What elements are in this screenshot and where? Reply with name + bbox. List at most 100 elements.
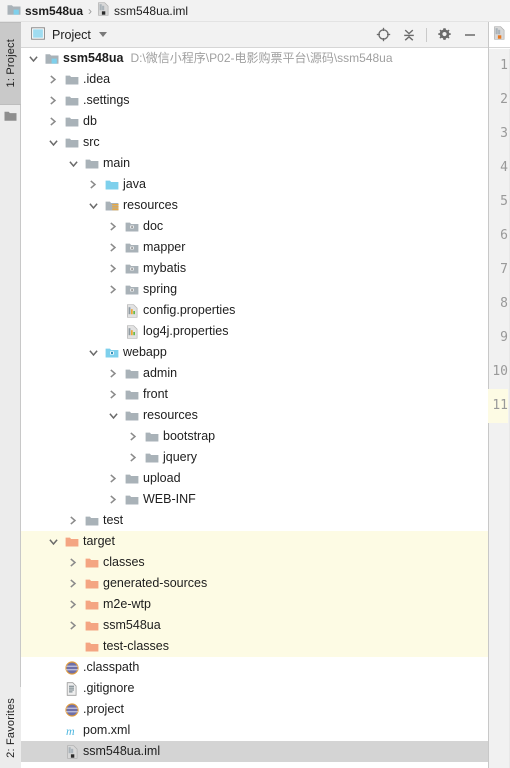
chevron-down-icon[interactable] [87, 342, 99, 363]
tree-row[interactable]: .settings [21, 90, 489, 111]
tree-row[interactable]: m pom.xml [21, 720, 489, 741]
tree-row[interactable]: ssm548ua [21, 615, 489, 636]
tree-row[interactable]: generated-sources [21, 573, 489, 594]
tree-row[interactable]: main [21, 153, 489, 174]
project-view-icon [31, 26, 45, 43]
excluded-folder-icon [64, 531, 80, 552]
tree-row[interactable]: jquery [21, 447, 489, 468]
tree-row[interactable]: .classpath [21, 657, 489, 678]
tree-row[interactable]: test [21, 510, 489, 531]
tree-row[interactable]: .idea [21, 69, 489, 90]
chevron-right-icon[interactable] [87, 174, 99, 195]
chevron-down-icon[interactable] [98, 32, 107, 37]
chevron-right-icon[interactable] [107, 279, 119, 300]
tree-row[interactable]: doc [21, 216, 489, 237]
tree-row-label: admin [143, 366, 178, 380]
project-view-selector[interactable]: Project [31, 26, 107, 43]
project-tree[interactable]: ssm548ua D:\微信小程序\P02-电影购票平台\源码\ssm548ua.… [21, 48, 489, 768]
excluded-folder-icon [84, 615, 100, 636]
breadcrumb-item-file[interactable]: ssm548ua.iml [97, 0, 188, 22]
tree-row[interactable]: src [21, 132, 489, 153]
resource-folder-icon [124, 258, 140, 279]
tree-row-label: bootstrap [163, 429, 216, 443]
tree-row[interactable]: resources [21, 195, 489, 216]
tree-row[interactable]: m2e-wtp [21, 594, 489, 615]
collapse-all-icon[interactable] [398, 24, 420, 46]
chevron-down-icon[interactable] [67, 153, 79, 174]
chevron-right-icon[interactable] [107, 237, 119, 258]
tree-row-label: ssm548ua [103, 618, 161, 632]
tree-row[interactable]: ssm548ua.iml [21, 741, 489, 762]
chevron-right-icon[interactable] [127, 426, 139, 447]
chevron-right-icon[interactable] [107, 258, 119, 279]
line-number: 1 [500, 58, 508, 73]
tool-button-favorites[interactable]: 2: Favorites [0, 687, 21, 768]
tree-row[interactable]: upload [21, 468, 489, 489]
folder-icon [64, 132, 80, 153]
tree-row[interactable]: target [21, 531, 489, 552]
line-number: 3 [500, 126, 508, 141]
tree-row[interactable]: resources [21, 405, 489, 426]
tool-button-project[interactable]: 1: Project [0, 22, 21, 105]
chevron-down-icon[interactable] [87, 195, 99, 216]
tree-row[interactable]: classes [21, 552, 489, 573]
tree-row[interactable]: mapper [21, 237, 489, 258]
tree-row[interactable]: ssm548ua D:\微信小程序\P02-电影购票平台\源码\ssm548ua [21, 48, 489, 69]
source-root-folder-icon [104, 174, 120, 195]
tree-row[interactable]: test-classes [21, 636, 489, 657]
chevron-down-icon[interactable] [27, 48, 39, 69]
gear-icon[interactable] [433, 24, 455, 46]
properties-file-icon [124, 300, 140, 321]
tree-row[interactable]: config.properties [21, 300, 489, 321]
chevron-right-icon[interactable] [67, 510, 79, 531]
editor-tab[interactable] [489, 22, 510, 48]
tree-row-label: .idea [83, 72, 111, 86]
chevron-right-icon[interactable] [67, 615, 79, 636]
tree-row-label: upload [143, 471, 181, 485]
tree-row-label: .gitignore [83, 681, 135, 695]
minus-icon[interactable] [459, 24, 481, 46]
chevron-down-icon[interactable] [47, 531, 59, 552]
tree-row[interactable]: spring [21, 279, 489, 300]
tree-row[interactable]: front [21, 384, 489, 405]
tree-row[interactable]: log4j.properties [21, 321, 489, 342]
chevron-down-icon[interactable] [47, 132, 59, 153]
tree-row-label: webapp [123, 345, 167, 359]
crosshair-target-icon[interactable] [372, 24, 394, 46]
chevron-right-icon[interactable] [107, 216, 119, 237]
chevron-right-icon[interactable] [67, 552, 79, 573]
tree-row[interactable]: .gitignore [21, 678, 489, 699]
resource-folder-icon [124, 216, 140, 237]
tree-row-label: .project [83, 702, 124, 716]
chevron-right-icon[interactable] [107, 384, 119, 405]
line-number: 5 [500, 194, 508, 209]
tree-row-path-note: D:\微信小程序\P02-电影购票平台\源码\ssm548ua [130, 51, 393, 65]
tree-row[interactable]: WEB-INF [21, 489, 489, 510]
tree-row[interactable]: java [21, 174, 489, 195]
tree-row[interactable]: webapp [21, 342, 489, 363]
chevron-right-icon[interactable] [67, 573, 79, 594]
tree-row[interactable]: admin [21, 363, 489, 384]
chevron-right-icon[interactable] [47, 69, 59, 90]
chevron-right-icon[interactable] [107, 363, 119, 384]
project-folder-icon [4, 110, 17, 125]
excluded-folder-icon [84, 594, 100, 615]
tree-row[interactable]: .project [21, 699, 489, 720]
chevron-right-icon[interactable] [47, 90, 59, 111]
chevron-right-icon[interactable] [127, 447, 139, 468]
chevron-right-icon[interactable] [107, 489, 119, 510]
tree-row[interactable]: bootstrap [21, 426, 489, 447]
webapp-root-folder-icon [104, 342, 120, 363]
chevron-right-icon[interactable] [47, 111, 59, 132]
tree-row-label: test-classes [103, 639, 169, 653]
line-number: 10 [492, 364, 508, 379]
chevron-right-icon[interactable] [67, 594, 79, 615]
breadcrumb-item-module[interactable]: ssm548ua [7, 0, 83, 22]
tree-row-label: classes [103, 555, 145, 569]
tree-row[interactable]: db [21, 111, 489, 132]
tree-row[interactable]: mybatis [21, 258, 489, 279]
tree-row-label: java [123, 177, 146, 191]
chevron-down-icon[interactable] [107, 405, 119, 426]
chevron-right-icon[interactable] [107, 468, 119, 489]
folder-icon [144, 447, 160, 468]
